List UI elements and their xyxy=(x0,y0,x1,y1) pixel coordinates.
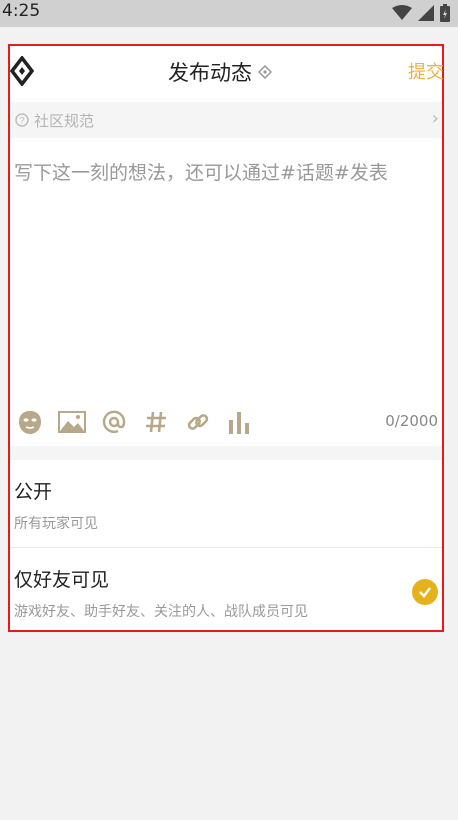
section-divider xyxy=(10,446,442,460)
header: 发布动态 提交 xyxy=(10,46,444,100)
emoji-icon[interactable] xyxy=(16,408,44,436)
status-time: 4:25 xyxy=(2,1,41,21)
char-counter: 0/2000 xyxy=(385,412,438,430)
svg-text:?: ? xyxy=(19,116,24,126)
chart-icon[interactable] xyxy=(226,408,254,436)
community-rules-row[interactable]: ? 社区规范 › xyxy=(10,102,442,138)
logo-icon xyxy=(10,56,34,86)
dropdown-diamond-icon xyxy=(258,65,272,79)
wifi-icon xyxy=(392,5,412,20)
status-icons xyxy=(392,3,450,23)
option-title: 仅好友可见 xyxy=(14,569,110,591)
option-subtitle: 游戏好友、助手好友、关注的人、战队成员可见 xyxy=(14,604,308,620)
selected-check-icon xyxy=(412,579,438,605)
image-icon[interactable] xyxy=(58,408,86,436)
editor-toolbar xyxy=(16,408,254,436)
rules-label: 社区规范 xyxy=(34,111,95,130)
compose-panel: 发布动态 提交 ? 社区规范 › 写下这一刻的想法，还可以通过#话题#发表 0/… xyxy=(8,44,444,632)
hashtag-icon[interactable] xyxy=(142,408,170,436)
link-icon[interactable] xyxy=(184,408,212,436)
battery-icon xyxy=(440,4,450,22)
chevron-right-icon: › xyxy=(431,108,439,129)
visibility-option-public[interactable]: 公开 所有玩家可见 xyxy=(10,460,442,548)
signal-icon xyxy=(418,5,434,21)
option-title: 公开 xyxy=(14,481,53,503)
submit-button[interactable]: 提交 xyxy=(408,58,444,84)
option-subtitle: 所有玩家可见 xyxy=(14,516,98,532)
post-content-input[interactable] xyxy=(14,160,434,360)
title-group[interactable]: 发布动态 xyxy=(168,57,272,87)
question-icon: ? xyxy=(15,113,29,127)
page-title: 发布动态 xyxy=(168,61,252,85)
status-bar: 4:25 xyxy=(0,0,458,27)
at-icon[interactable] xyxy=(100,408,128,436)
visibility-option-friends[interactable]: 仅好友可见 游戏好友、助手好友、关注的人、战队成员可见 xyxy=(10,548,442,632)
